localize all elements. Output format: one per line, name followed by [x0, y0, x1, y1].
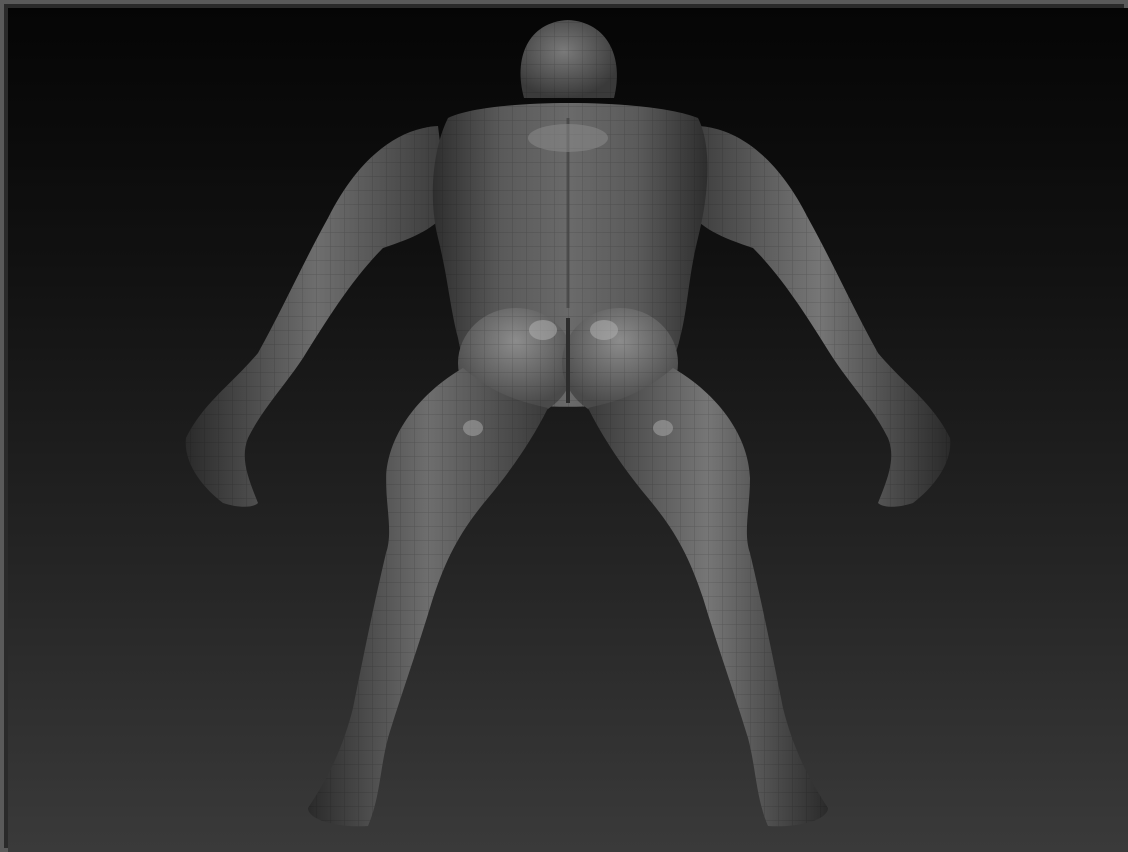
3d-viewport[interactable] — [8, 8, 1128, 852]
model-right-leg[interactable] — [588, 368, 828, 827]
viewport-frame — [0, 0, 1128, 852]
sculpt-model[interactable] — [8, 8, 1128, 852]
model-head[interactable] — [520, 20, 617, 98]
model-left-leg[interactable] — [308, 368, 548, 827]
